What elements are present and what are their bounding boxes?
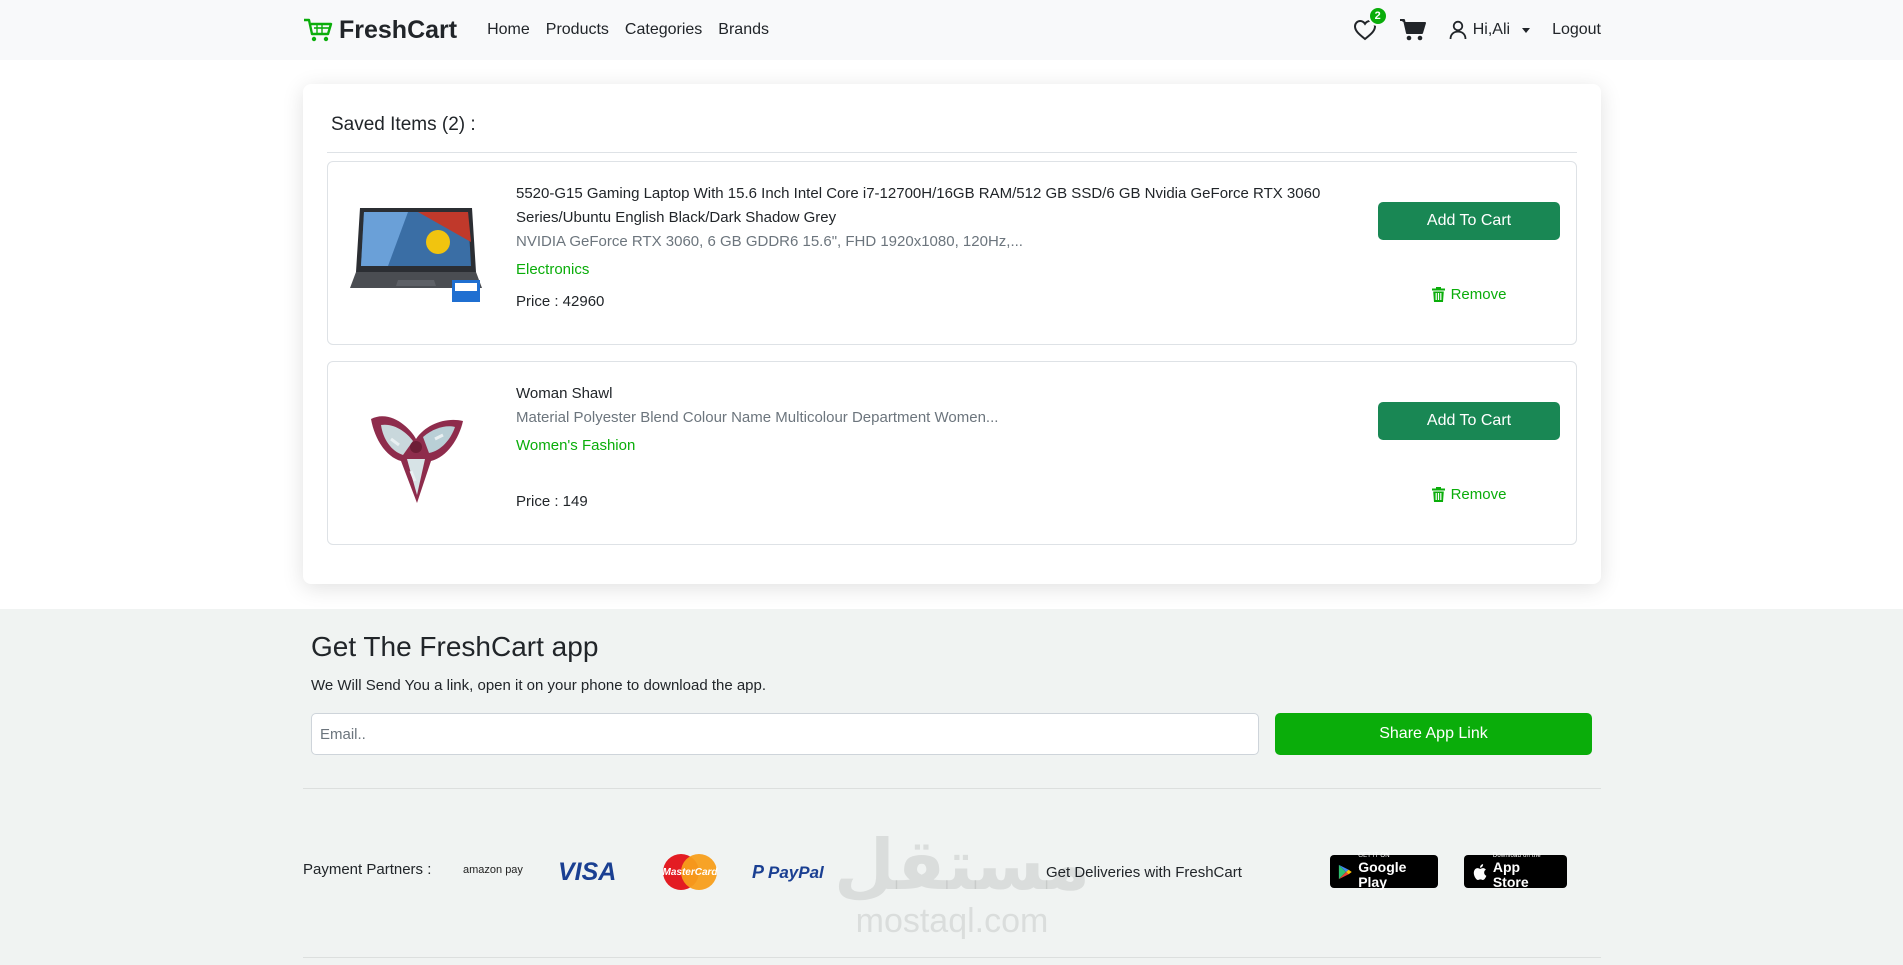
navbar: FreshCart Home Products Categories Brand… <box>0 0 1903 60</box>
divider <box>303 957 1601 958</box>
add-to-cart-button[interactable]: Add To Cart <box>1378 402 1560 440</box>
app-section-title: Get The FreshCart app <box>311 631 599 662</box>
payment-partners-label: Payment Partners : <box>303 861 432 878</box>
deliveries-label: Get Deliveries with FreshCart <box>1046 864 1242 881</box>
remove-button[interactable]: Remove <box>1378 482 1560 506</box>
product-name[interactable]: 5520-G15 Gaming Laptop With 15.6 Inch In… <box>516 182 1386 230</box>
shawl-image <box>346 384 486 524</box>
logout-link[interactable]: Logout <box>1552 21 1601 39</box>
user-greeting: Hi,Ali <box>1472 21 1511 38</box>
amazon-pay-logo: amazon pay <box>463 864 523 876</box>
watermark: مستقل mostaql.com <box>834 826 1091 940</box>
apple-icon <box>1473 863 1487 880</box>
visa-logo: VISA <box>558 858 616 887</box>
product-category: Women's Fashion <box>516 437 636 454</box>
watermark-text: mostaql.com <box>855 902 1049 940</box>
footer: Get The FreshCart app We Will Send You a… <box>0 609 1903 965</box>
nav-link-home[interactable]: Home <box>487 21 530 39</box>
product-price: Price : 42960 <box>516 293 605 310</box>
product-description: Material Polyester Blend Colour Name Mul… <box>516 409 999 426</box>
product-category: Electronics <box>516 261 590 278</box>
trash-icon <box>1431 486 1445 502</box>
google-play-icon <box>1338 864 1352 879</box>
watermark-arabic: مستقل <box>834 826 1091 904</box>
wishlist-count-badge: 2 <box>1367 6 1388 26</box>
nav-link-brands[interactable]: Brands <box>718 21 769 39</box>
user-menu[interactable]: Hi,Ali <box>1449 20 1531 40</box>
product-description: NVIDIA GeForce RTX 3060, 6 GB GDDR6 15.6… <box>516 233 1023 250</box>
saved-item-info: Woman Shawl Material Polyester Blend Col… <box>516 382 1386 458</box>
brand-name: FreshCart <box>339 15 458 44</box>
saved-items-card: Saved Items (2) : 5520-G15 Gaming Laptop… <box>303 84 1601 584</box>
saved-items-title: Saved Items (2) : <box>331 114 476 135</box>
shawl-image-graphic <box>371 416 463 503</box>
saved-item-shawl: Woman Shawl Material Polyester Blend Col… <box>327 361 1577 545</box>
wishlist-button[interactable]: 2 <box>1353 6 1388 41</box>
saved-item-info: 5520-G15 Gaming Laptop With 15.6 Inch In… <box>516 182 1386 282</box>
laptop-image-graphic <box>350 208 482 302</box>
brand-logo[interactable]: FreshCart <box>303 16 457 45</box>
add-to-cart-button[interactable]: Add To Cart <box>1378 202 1560 240</box>
cart-logo-icon <box>304 18 333 42</box>
nav-link-categories[interactable]: Categories <box>625 21 702 39</box>
app-section-subtitle: We Will Send You a link, open it on your… <box>311 677 767 694</box>
navbar-inner: FreshCart Home Products Categories Brand… <box>303 0 1601 60</box>
nav-links: Home Products Categories Brands <box>487 21 769 39</box>
share-app-link-button[interactable]: Share App Link <box>1275 713 1592 755</box>
app-store-big: App Store <box>1492 859 1529 890</box>
divider <box>327 152 1577 153</box>
google-play-text: GET IT ON Google Play <box>1358 853 1430 890</box>
visa-text: VISA <box>558 858 617 886</box>
mastercard-text: MasterCard <box>662 866 718 878</box>
app-store-badge[interactable]: Download on the App Store <box>1464 853 1567 890</box>
user-icon <box>1449 20 1467 40</box>
app-store-text: Download on the App Store <box>1493 853 1559 890</box>
product-name[interactable]: Woman Shawl <box>516 382 1386 406</box>
cart-button[interactable] <box>1399 18 1427 42</box>
laptop-image <box>346 184 486 324</box>
saved-item-laptop: 5520-G15 Gaming Laptop With 15.6 Inch In… <box>327 161 1577 345</box>
amazon-pay-text: amazon pay <box>463 864 523 876</box>
remove-label: Remove <box>1450 485 1507 503</box>
paypal-logo: P PayPal <box>752 862 824 883</box>
nav-right: 2 Hi,Ali Logout <box>1353 6 1601 42</box>
paypal-text: PayPal <box>768 862 824 882</box>
paypal-p-icon: P <box>752 862 765 882</box>
nav-link-products[interactable]: Products <box>546 21 609 39</box>
divider <box>303 788 1601 789</box>
remove-button[interactable]: Remove <box>1378 282 1560 306</box>
remove-label: Remove <box>1450 285 1507 303</box>
google-play-badge[interactable]: GET IT ON Google Play <box>1330 853 1438 890</box>
mastercard-logo: MasterCard <box>661 853 719 891</box>
email-input[interactable] <box>311 713 1259 755</box>
google-play-big: Google Play <box>1358 859 1407 890</box>
product-price: Price : 149 <box>516 493 588 510</box>
trash-icon <box>1431 286 1445 302</box>
cart-icon <box>1399 19 1426 41</box>
chevron-down-icon <box>1522 27 1531 33</box>
